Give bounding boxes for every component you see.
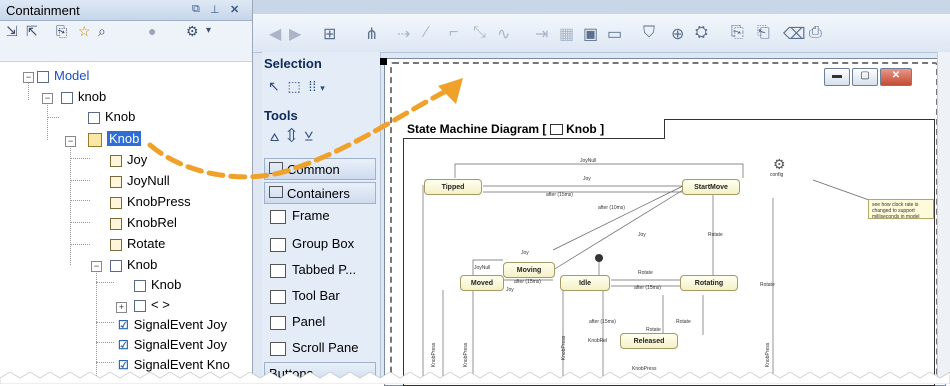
torn-edge — [0, 372, 950, 384]
drag-arrow-overlay — [147, 78, 463, 180]
